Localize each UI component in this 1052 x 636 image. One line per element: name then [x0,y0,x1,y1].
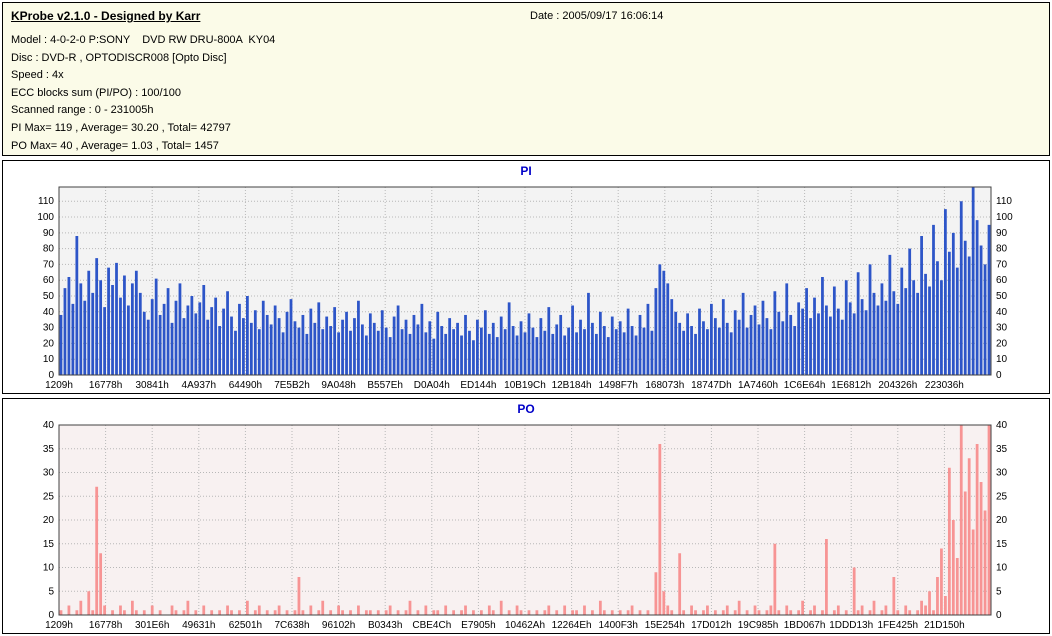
po-chart-title: PO [517,402,535,416]
info-line: Disc : DVD-R , OPTODISCR008 [Opto Disc] [11,51,227,64]
svg-text:1209h: 1209h [45,620,73,631]
svg-text:60: 60 [43,275,55,286]
svg-text:4A937h: 4A937h [182,380,216,391]
svg-text:80: 80 [996,244,1008,255]
svg-text:30: 30 [996,323,1008,334]
svg-text:80: 80 [43,244,55,255]
info-line: PO Max= 40 , Average= 1.03 , Total= 1457 [11,139,219,152]
svg-text:15: 15 [43,539,55,550]
svg-text:35: 35 [996,444,1008,455]
svg-text:168073h: 168073h [645,380,684,391]
scan-info: Model : 4-0-2-0 P:SONY DVD RW DRU-800A K… [11,32,275,155]
svg-text:1E6812h: 1E6812h [831,380,871,391]
svg-text:1400F3h: 1400F3h [598,620,637,631]
svg-text:30: 30 [996,468,1008,479]
svg-text:21D150h: 21D150h [924,620,965,631]
svg-text:35: 35 [43,444,55,455]
svg-text:30841h: 30841h [136,380,169,391]
svg-text:20: 20 [43,338,55,349]
svg-text:90: 90 [43,228,55,239]
svg-text:110: 110 [38,196,54,207]
info-line: Model : 4-0-2-0 P:SONY DVD RW DRU-800A K… [11,34,276,46]
svg-text:20: 20 [43,515,55,526]
svg-text:16778h: 16778h [89,380,122,391]
svg-text:10: 10 [43,563,55,574]
svg-text:E7905h: E7905h [461,620,495,631]
svg-text:62501h: 62501h [229,620,262,631]
svg-text:100: 100 [37,212,54,223]
svg-text:15E254h: 15E254h [645,620,685,631]
svg-text:0: 0 [996,610,1002,621]
svg-text:18747Dh: 18747Dh [691,380,732,391]
info-line: PI Max= 119 , Average= 30.20 , Total= 42… [11,121,231,134]
svg-text:1A7460h: 1A7460h [738,380,778,391]
svg-text:10B19Ch: 10B19Ch [504,380,546,391]
svg-text:CBE4Ch: CBE4Ch [412,620,451,631]
svg-text:10: 10 [996,354,1008,365]
svg-text:49631h: 49631h [182,620,215,631]
svg-text:40: 40 [43,307,55,318]
scan-date: Date : 2005/09/17 16:06:14 [530,10,664,22]
svg-text:ED144h: ED144h [460,380,496,391]
svg-text:7E5B2h: 7E5B2h [274,380,310,391]
svg-text:70: 70 [43,259,55,270]
svg-text:1C6E64h: 1C6E64h [784,380,826,391]
svg-text:25: 25 [43,491,55,502]
svg-text:60: 60 [996,275,1008,286]
svg-text:64490h: 64490h [229,380,262,391]
info-line: Scanned range : 0 - 231005h [11,104,154,117]
svg-text:0: 0 [996,370,1002,381]
svg-text:5: 5 [48,586,54,597]
po-chart-panel: PO 0 0 5 5 10 10 15 15 20 20 25 25 30 30 35 35 40 40 1209h… [2,398,1050,634]
svg-text:10462Ah: 10462Ah [505,620,545,631]
info-line: ECC blocks sum (PI/PO) : 100/100 [11,86,181,99]
svg-text:50: 50 [996,291,1008,302]
svg-text:1DDD13h: 1DDD13h [829,620,873,631]
svg-text:70: 70 [996,259,1008,270]
pi-chart: 0 010 1020 2030 3040 4050 5060 6070 7080 8090 9010… [37,186,1013,391]
svg-text:B557Eh: B557Eh [367,380,403,391]
svg-text:30: 30 [43,323,55,334]
svg-text:301E6h: 301E6h [135,620,169,631]
svg-text:7C638h: 7C638h [274,620,309,631]
svg-text:100: 100 [996,212,1013,223]
svg-text:223036h: 223036h [925,380,964,391]
svg-text:D0A04h: D0A04h [414,380,450,391]
svg-text:25: 25 [996,491,1008,502]
svg-text:17D012h: 17D012h [691,620,732,631]
pi-chart-panel: PI 0 0 10 10 20 20 30 30 40 40 50 50 60 60 70 70 80 80 90 9… [2,160,1050,394]
svg-text:20: 20 [996,338,1008,349]
pi-chart-title: PI [520,164,532,178]
svg-text:20: 20 [996,515,1008,526]
svg-text:110: 110 [996,196,1012,207]
svg-text:1BD067h: 1BD067h [784,620,826,631]
svg-text:12B184h: 12B184h [552,380,592,391]
svg-text:204326h: 204326h [878,380,917,391]
svg-text:1FE425h: 1FE425h [878,620,919,631]
svg-text:10: 10 [996,563,1008,574]
po-chart: 0 05 510 1015 1520 2025 2530 3035 3540 401209h 167… [43,420,1008,631]
svg-text:96102h: 96102h [322,620,355,631]
svg-text:40: 40 [996,420,1008,431]
svg-text:50: 50 [43,291,55,302]
svg-text:16778h: 16778h [89,620,122,631]
svg-text:1498F7h: 1498F7h [598,380,637,391]
svg-text:12264Eh: 12264Eh [552,620,592,631]
header-panel: KProbe v2.1.0 - Designed by Karr Date : … [2,2,1050,156]
svg-text:15: 15 [996,539,1008,550]
svg-text:B0343h: B0343h [368,620,402,631]
svg-text:10: 10 [43,354,55,365]
svg-text:30: 30 [43,468,55,479]
app-title: KProbe v2.1.0 - Designed by Karr [11,9,201,23]
svg-text:5: 5 [996,586,1002,597]
svg-text:90: 90 [996,228,1008,239]
svg-text:40: 40 [43,420,55,431]
svg-text:19C985h: 19C985h [738,620,779,631]
svg-text:1209h: 1209h [45,380,73,391]
info-line: Speed : 4x [11,69,64,82]
svg-text:40: 40 [996,307,1008,318]
svg-text:9A048h: 9A048h [321,380,355,391]
